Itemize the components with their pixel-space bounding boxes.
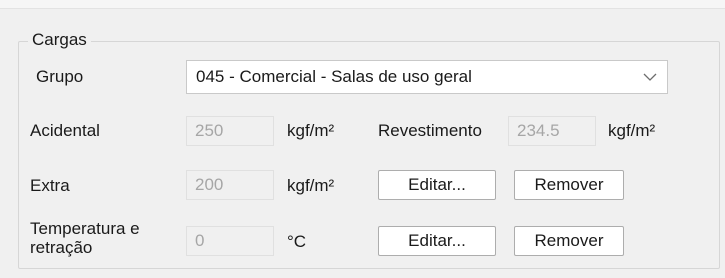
extra-remove-button[interactable]: Remover bbox=[514, 170, 624, 200]
grupo-selected-value: 045 - Comercial - Salas de uso geral bbox=[196, 67, 472, 86]
extra-label: Extra bbox=[30, 176, 70, 195]
revestimento-field: 234.5 bbox=[508, 116, 596, 146]
temperatura-label: Temperatura e retração bbox=[30, 219, 140, 257]
revestimento-label: Revestimento bbox=[378, 121, 482, 140]
temperatura-edit-button[interactable]: Editar... bbox=[378, 226, 496, 256]
acidental-label: Acidental bbox=[30, 121, 100, 140]
temperatura-field: 0 bbox=[186, 226, 274, 256]
top-divider bbox=[0, 0, 725, 9]
acidental-unit: kgf/m² bbox=[287, 121, 335, 140]
temperatura-remove-button[interactable]: Remover bbox=[514, 226, 624, 256]
extra-field: 200 bbox=[186, 170, 274, 200]
grupo-label: Grupo bbox=[36, 67, 84, 86]
grupo-select[interactable]: 045 - Comercial - Salas de uso geral bbox=[186, 60, 668, 94]
temperatura-unit: °C bbox=[287, 232, 307, 251]
temperatura-value: 0 bbox=[195, 231, 205, 250]
revestimento-value: 234.5 bbox=[517, 121, 560, 140]
extra-edit-button[interactable]: Editar... bbox=[378, 170, 496, 200]
acidental-value: 250 bbox=[195, 121, 224, 140]
cargas-group-title: Cargas bbox=[28, 30, 91, 50]
acidental-field: 250 bbox=[186, 116, 274, 146]
chevron-down-icon bbox=[643, 73, 657, 81]
revestimento-unit: kgf/m² bbox=[608, 121, 656, 140]
extra-value: 200 bbox=[195, 175, 224, 194]
extra-unit: kgf/m² bbox=[287, 176, 335, 195]
